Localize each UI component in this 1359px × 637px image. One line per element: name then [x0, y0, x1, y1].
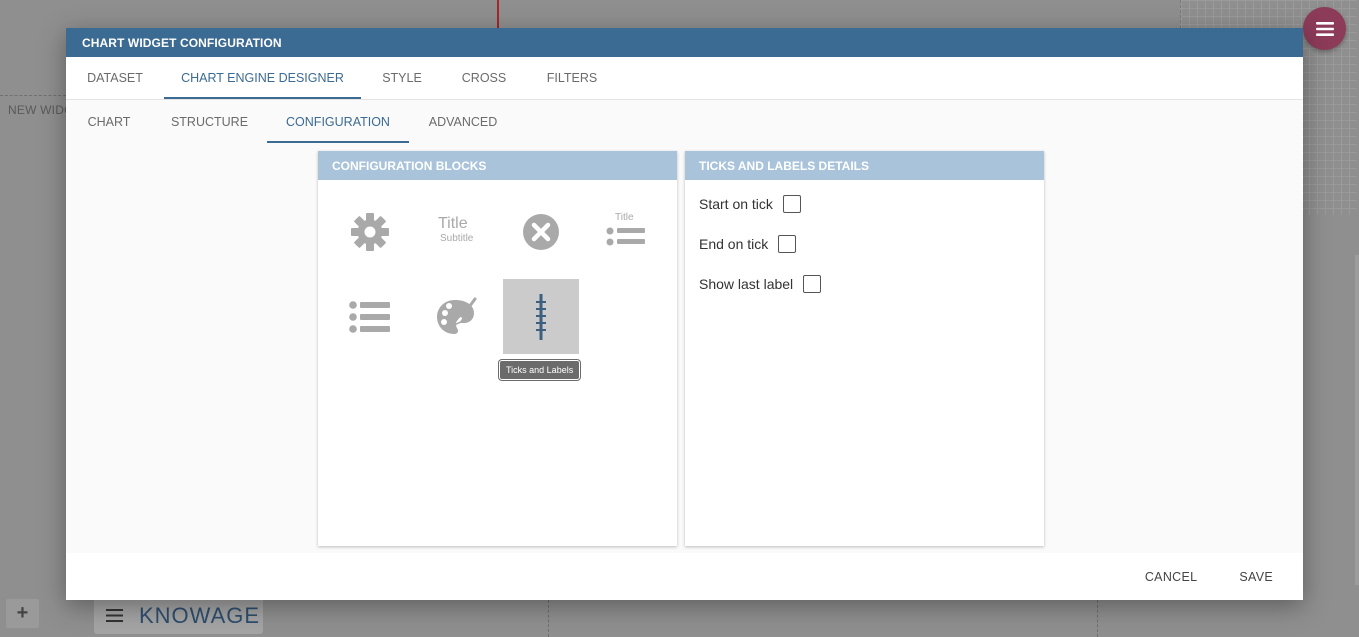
legend-lines-icon	[606, 227, 645, 245]
menu-fab-button[interactable]	[1303, 7, 1346, 50]
option-end-on-tick: End on tick	[685, 224, 1044, 264]
dialog-title: CHART WIDGET CONFIGURATION	[66, 28, 1303, 57]
background-marker-line	[497, 0, 499, 28]
tab-cross[interactable]: CROSS	[443, 57, 525, 99]
subtitle-icon-text: Subtitle	[440, 232, 474, 244]
ticks-labels-icon	[536, 293, 546, 340]
block-title-subtitle[interactable]: Title Subtitle	[418, 194, 494, 269]
start-on-tick-checkbox[interactable]	[782, 195, 801, 213]
ticks-labels-tooltip: Ticks and Labels	[499, 360, 581, 380]
start-on-tick-label: Start on tick	[699, 196, 773, 212]
block-palette[interactable]	[418, 279, 494, 354]
gear-icon	[351, 212, 389, 251]
background-divider	[0, 95, 66, 96]
menu-icon	[1315, 21, 1334, 36]
save-button[interactable]: SAVE	[1227, 562, 1285, 592]
list-icon	[349, 300, 390, 333]
block-general-settings[interactable]	[332, 194, 408, 269]
plus-icon: +	[16, 602, 29, 624]
title-icon-text: Title	[438, 214, 468, 232]
end-on-tick-checkbox[interactable]	[778, 235, 797, 253]
hamburger-icon	[106, 609, 123, 622]
configuration-blocks-panel: CONFIGURATION BLOCKS Title Subtitle Titl…	[318, 151, 677, 546]
option-show-last-label: Show last label	[685, 264, 1044, 304]
tab-chart[interactable]: CHART	[66, 100, 152, 143]
configuration-blocks-grid: Title Subtitle Title Ticks and Labels	[318, 180, 677, 546]
brand-logo: KNOWAGE	[139, 602, 261, 628]
block-no-data-message[interactable]	[503, 194, 579, 269]
add-widget-button[interactable]: +	[6, 599, 39, 628]
brand-bar[interactable]: KNOWAGE	[94, 597, 263, 634]
configuration-blocks-title: CONFIGURATION BLOCKS	[318, 151, 677, 180]
tab-chart-engine-designer[interactable]: CHART ENGINE DESIGNER	[164, 57, 361, 99]
close-circle-icon	[523, 213, 559, 250]
main-tabs: DATASET CHART ENGINE DESIGNER STYLE CROS…	[66, 57, 1303, 100]
ticks-labels-details-panel: TICKS AND LABELS DETAILS Start on tick E…	[685, 151, 1044, 546]
option-start-on-tick: Start on tick	[685, 184, 1044, 224]
chart-widget-config-dialog: CHART WIDGET CONFIGURATION DATASET CHART…	[66, 28, 1303, 600]
tab-advanced[interactable]: ADVANCED	[409, 100, 517, 143]
background-scrollbar[interactable]	[1355, 255, 1359, 585]
tab-configuration[interactable]: CONFIGURATION	[267, 100, 409, 143]
show-last-label-checkbox[interactable]	[803, 275, 822, 293]
dialog-footer: CANCEL SAVE	[66, 553, 1303, 600]
end-on-tick-label: End on tick	[699, 236, 769, 252]
background-divider	[1097, 600, 1098, 637]
ticks-options-list: Start on tick End on tick Show last labe…	[685, 180, 1044, 304]
block-ticks-and-labels[interactable]	[503, 279, 579, 354]
background-divider	[548, 600, 549, 637]
legend-title-icon-text: Title	[615, 211, 634, 223]
block-legend-title[interactable]: Title	[588, 194, 664, 269]
tab-dataset[interactable]: DATASET	[66, 57, 164, 99]
ticks-labels-details-title: TICKS AND LABELS DETAILS	[685, 151, 1044, 180]
tab-structure[interactable]: STRUCTURE	[152, 100, 267, 143]
tab-style[interactable]: STYLE	[361, 57, 443, 99]
sub-tabs: CHART STRUCTURE CONFIGURATION ADVANCED	[66, 100, 1303, 143]
block-legend[interactable]	[332, 279, 408, 354]
title-subtitle-icon: Title Subtitle	[432, 215, 480, 249]
tab-filters[interactable]: FILTERS	[525, 57, 619, 99]
legend-title-icon: Title	[605, 211, 647, 250]
show-last-label-label: Show last label	[699, 276, 794, 292]
cancel-button[interactable]: CANCEL	[1133, 562, 1210, 592]
configuration-content: CONFIGURATION BLOCKS Title Subtitle Titl…	[66, 143, 1303, 553]
palette-icon	[437, 297, 477, 334]
